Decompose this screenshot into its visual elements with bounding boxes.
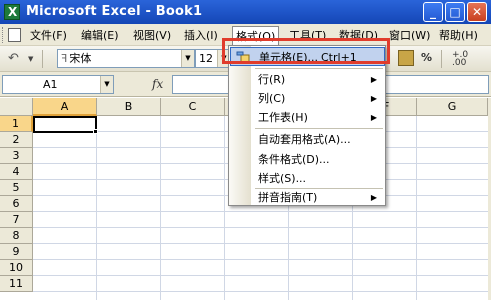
format-menu-item-label: 条件格式(D)... (258, 153, 330, 166)
name-box-value: A1 (43, 78, 58, 91)
format-menu-item-label: 行(R) (258, 73, 286, 86)
window-title: Microsoft Excel - Book1 (26, 4, 203, 19)
grid-line (160, 116, 161, 300)
grid-line (33, 259, 491, 260)
row-header-9[interactable]: 9 (0, 244, 33, 260)
row-header-1[interactable]: 1 (0, 116, 33, 132)
minimize-button[interactable]: _ (423, 2, 443, 22)
row-header-10[interactable]: 10 (0, 260, 33, 276)
format-menu-item-style[interactable]: 样式(S)... (230, 169, 385, 188)
format-menu-item-autoformat[interactable]: 自动套用格式(A)... (230, 130, 385, 149)
increase-decimal-button[interactable]: +.0 .00 (452, 51, 468, 68)
submenu-arrow-icon: ▶ (370, 94, 377, 103)
format-menu-item-conditional[interactable]: 条件格式(D)... (230, 150, 385, 169)
grid-line (224, 116, 225, 300)
row-header-7[interactable]: 7 (0, 212, 33, 228)
insert-function-icon[interactable]: fx (152, 77, 163, 91)
name-box-dropdown-icon[interactable]: ▼ (100, 76, 113, 93)
grid-line (416, 116, 417, 300)
menu-separator (255, 68, 383, 69)
format-menu-item-label: 拼音指南(T) (258, 191, 318, 204)
row-header-2[interactable]: 2 (0, 132, 33, 148)
format-menu-item-label: 自动套用格式(A)... (258, 133, 351, 146)
font-name-combobox[interactable]: ꟻ 宋体 ▼ (57, 49, 195, 68)
font-name-dropdown-icon[interactable]: ▼ (181, 50, 194, 67)
font-name-value: 宋体 (69, 52, 92, 65)
toolbar-separator (42, 50, 43, 68)
format-menu-dropdown: 单元格(E)... Ctrl+1 行(R) ▶ 列(C) ▶ 工作表(H) ▶ … (228, 45, 386, 206)
column-header-b[interactable]: B (97, 98, 161, 116)
row-header-11[interactable]: 11 (0, 276, 33, 292)
menubar-grip[interactable] (2, 27, 5, 43)
grid-line (33, 275, 491, 276)
format-menu-item-row[interactable]: 行(R) ▶ (230, 70, 385, 89)
format-menu-item-label: 样式(S)... (258, 172, 307, 185)
row-header-4[interactable]: 4 (0, 164, 33, 180)
menu-help[interactable]: 帮助(H) (436, 27, 481, 44)
submenu-arrow-icon: ▶ (370, 75, 377, 84)
column-header-a[interactable]: A (33, 98, 97, 116)
column-header-g[interactable]: G (417, 98, 488, 116)
column-header-c[interactable]: C (161, 98, 225, 116)
toolbar-separator (441, 50, 442, 68)
close-button[interactable]: ✕ (467, 2, 487, 22)
submenu-arrow-icon: ▶ (370, 113, 377, 122)
format-menu-item-label: 工作表(H) (258, 111, 308, 124)
annotation-highlight-box (222, 38, 390, 64)
grid-line (33, 243, 491, 244)
menu-insert[interactable]: 插入(I) (181, 27, 221, 44)
menu-file[interactable]: 文件(F) (27, 27, 70, 44)
grid-line (33, 227, 491, 228)
menu-view[interactable]: 视图(V) (130, 27, 174, 44)
font-type-icon: ꟻ (61, 52, 68, 65)
row-header-3[interactable]: 3 (0, 148, 33, 164)
menu-edit[interactable]: 编辑(E) (78, 27, 122, 44)
undo-dropdown-icon[interactable]: ▼ (28, 55, 33, 63)
percent-style-button[interactable]: % (421, 51, 432, 64)
format-menu-item-label: 列(C) (258, 92, 286, 105)
fill-handle[interactable] (93, 129, 98, 134)
submenu-arrow-icon: ▶ (370, 193, 377, 202)
workbook-icon[interactable] (8, 28, 21, 42)
font-size-value: 12 (199, 52, 213, 65)
maximize-button[interactable]: □ (445, 2, 465, 22)
name-box[interactable]: A1 ▼ (2, 75, 114, 94)
currency-style-icon[interactable] (398, 50, 414, 66)
select-all-corner[interactable] (0, 98, 33, 116)
grid-line (96, 116, 97, 300)
format-menu-item-sheet[interactable]: 工作表(H) ▶ (230, 108, 385, 127)
format-menu-item-column[interactable]: 列(C) ▶ (230, 89, 385, 108)
undo-icon[interactable]: ↶ (8, 51, 28, 67)
excel-app-icon[interactable]: X (4, 4, 20, 20)
active-cell-a1[interactable] (33, 116, 97, 133)
row-header-5[interactable]: 5 (0, 180, 33, 196)
menu-window[interactable]: 窗口(W) (386, 27, 433, 44)
grid-line (33, 291, 491, 292)
menu-separator (255, 128, 383, 129)
format-menu-item-phonetic[interactable]: 拼音指南(T) ▶ (230, 189, 385, 206)
row-header-8[interactable]: 8 (0, 228, 33, 244)
title-bar: X Microsoft Excel - Book1 _ □ ✕ (0, 0, 491, 24)
grid-line (33, 211, 491, 212)
row-header-6[interactable]: 6 (0, 196, 33, 212)
